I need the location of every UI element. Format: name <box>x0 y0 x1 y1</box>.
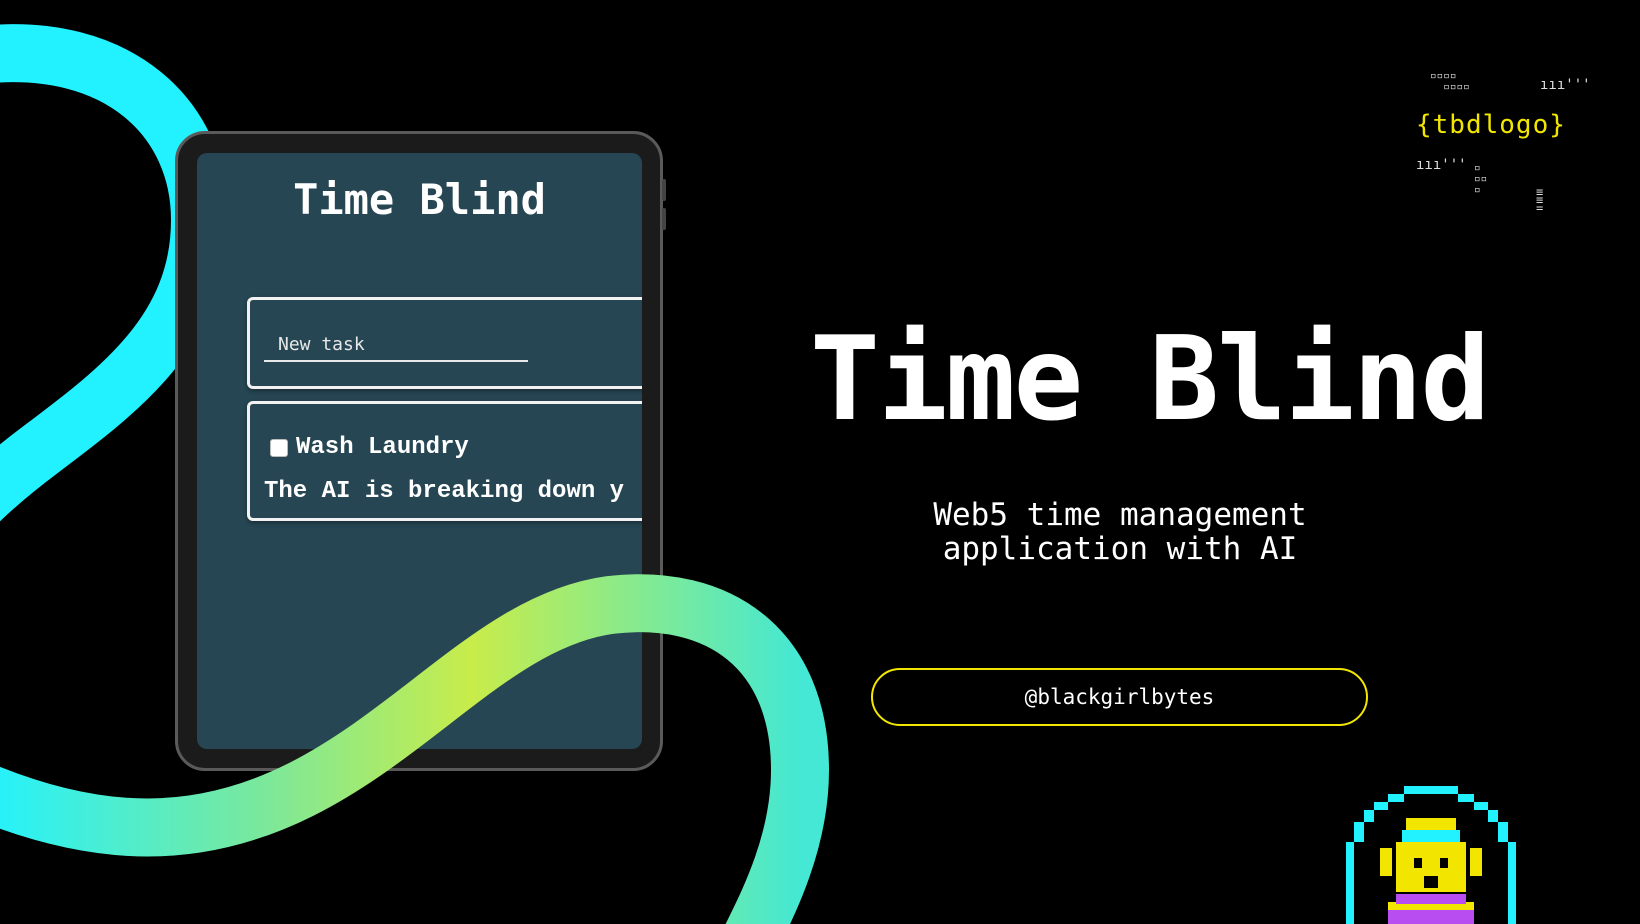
task-item: Wash Laundry <box>270 434 469 461</box>
handle-button[interactable]: @blackgirlbytes <box>871 668 1368 726</box>
tablet-screen: Time Blind Wash Laundry The AI is breaki… <box>197 153 642 749</box>
tablet-mockup: Time Blind Wash Laundry The AI is breaki… <box>175 131 666 771</box>
pixel-avatar-icon <box>1346 786 1516 924</box>
hero-subtitle: Web5 time management application with AI <box>820 498 1420 566</box>
tbd-logo: {tbdlogo} <box>1416 110 1566 140</box>
tbd-logo-glitch-icon: ııı''' <box>1416 157 1467 173</box>
subtitle-line: Web5 time management <box>933 497 1307 533</box>
new-task-card <box>247 297 642 389</box>
tbd-logo-glitch-icon: ≡ ≡ = <box>1536 185 1544 215</box>
tbd-logo-glitch-icon: ▫▫▫▫ ▫▫▫▫ <box>1430 69 1470 93</box>
checkbox-icon[interactable] <box>270 438 288 457</box>
tbd-logo-glitch-icon: ııı''' <box>1540 77 1591 93</box>
app-title: Time Blind <box>293 175 546 224</box>
tablet-side-button <box>662 208 666 230</box>
subtitle-line: application with AI <box>942 531 1298 567</box>
tablet-side-button <box>662 179 666 201</box>
task-card: Wash Laundry The AI is breaking down y <box>247 401 642 521</box>
task-label: Wash Laundry <box>296 434 469 461</box>
tbd-logo-glitch-icon: ▫ ▫▫ ▫ <box>1474 161 1488 196</box>
hero-title: Time Blind <box>810 312 1490 447</box>
new-task-input[interactable] <box>264 328 528 362</box>
ai-status-text: The AI is breaking down y <box>264 478 625 505</box>
